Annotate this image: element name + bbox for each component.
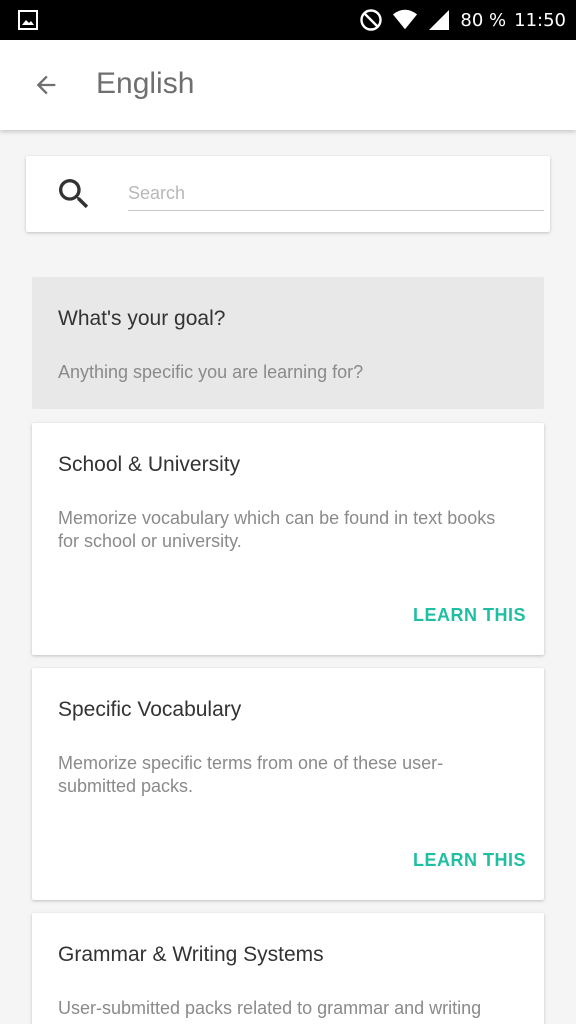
learn-this-button[interactable]: LEARN THIS xyxy=(413,605,526,626)
goal-card-school-university: School & University Memorize vocabulary … xyxy=(32,423,544,655)
search-card xyxy=(26,156,550,232)
card-title: Specific Vocabulary xyxy=(58,698,242,721)
learn-this-button[interactable]: LEARN THIS xyxy=(413,850,526,871)
page-title: English xyxy=(96,67,195,100)
card-title: School & University xyxy=(58,453,241,476)
do-not-disturb-icon xyxy=(358,7,384,33)
card-description: Memorize specific terms from one of thes… xyxy=(58,753,444,796)
card-description: Memorize vocabulary which can be found i… xyxy=(58,508,496,551)
goal-card-specific-vocabulary: Specific Vocabulary Memorize specific te… xyxy=(32,668,544,900)
battery-level: 80 % xyxy=(460,9,507,31)
back-button[interactable] xyxy=(24,63,68,107)
search-icon xyxy=(54,174,94,214)
signal-icon xyxy=(426,7,452,33)
goal-card-grammar-writing: Grammar & Writing Systems User-submitted… xyxy=(32,913,544,1024)
card-title: Grammar & Writing Systems xyxy=(58,943,324,966)
arrow-back-icon xyxy=(36,75,56,95)
search-input[interactable] xyxy=(128,181,544,211)
clock: 11:50 xyxy=(514,9,566,31)
card-description: User-submitted packs related to grammar … xyxy=(58,998,482,1018)
wifi-icon xyxy=(392,7,418,33)
status-bar: 80 % 11:50 xyxy=(0,0,576,40)
goal-subtitle: Anything specific you are learning for? xyxy=(58,362,364,382)
image-notification-icon xyxy=(18,10,38,30)
goal-section-header: What's your goal? Anything specific you … xyxy=(32,277,544,409)
app-bar: English xyxy=(0,40,576,130)
goal-title: What's your goal? xyxy=(58,307,226,330)
